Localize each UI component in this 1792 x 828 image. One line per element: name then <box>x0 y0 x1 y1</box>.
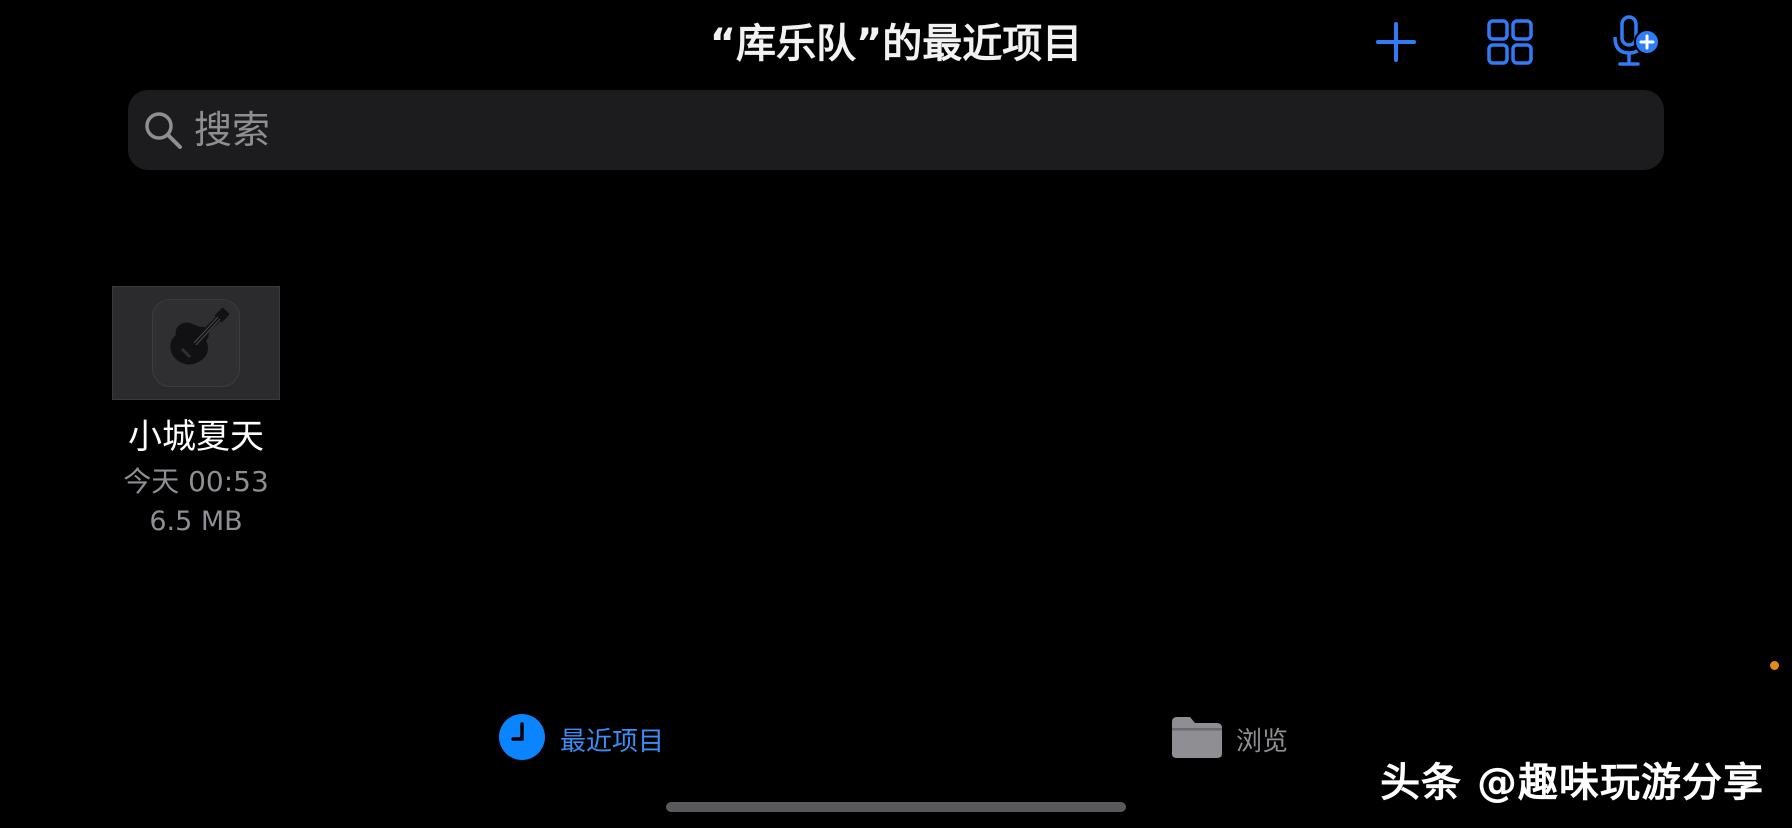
project-file-size: 6.5 MB <box>149 506 243 537</box>
home-indicator[interactable] <box>666 802 1126 812</box>
garageband-app-icon <box>152 299 240 387</box>
view-toggle-button[interactable] <box>1478 14 1542 74</box>
tab-browse-label: 浏览 <box>1236 726 1289 757</box>
folder-icon <box>1170 714 1224 764</box>
watermark-text: 头条 @趣味玩游分享 <box>1380 760 1764 806</box>
guitar-icon <box>160 305 232 381</box>
grid-icon <box>1486 18 1534 70</box>
project-name: 小城夏天 <box>128 417 264 457</box>
project-modified-time: 今天 00:53 <box>123 465 269 498</box>
tab-recent[interactable]: 最近项目 <box>498 714 664 764</box>
project-item[interactable]: 小城夏天 今天 00:53 6.5 MB <box>96 284 296 542</box>
record-audio-button[interactable] <box>1604 14 1668 74</box>
tab-browse[interactable]: 浏览 <box>1170 714 1288 764</box>
project-thumbnail <box>112 286 280 400</box>
search-icon <box>142 109 184 151</box>
mic-add-icon <box>1610 15 1662 73</box>
clock-icon <box>498 713 546 765</box>
tab-recent-label: 最近项目 <box>560 726 665 757</box>
search-bar[interactable] <box>128 90 1664 170</box>
status-indicator-dot <box>1770 661 1779 670</box>
plus-icon <box>1374 20 1418 68</box>
add-project-button[interactable] <box>1364 14 1428 74</box>
search-input[interactable] <box>192 94 1596 166</box>
